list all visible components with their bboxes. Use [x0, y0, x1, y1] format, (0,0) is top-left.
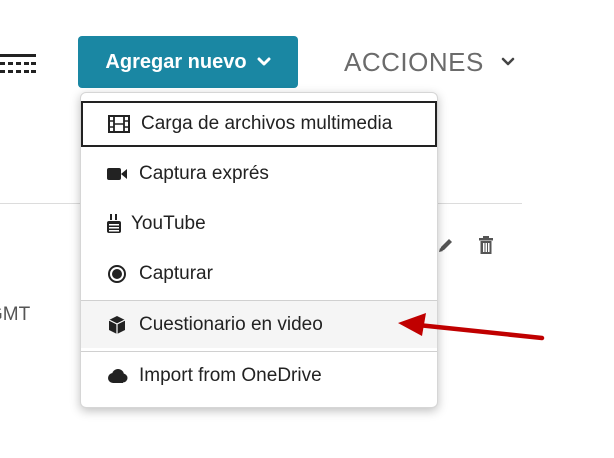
cloud-icon: [105, 366, 129, 386]
chevron-down-icon: [501, 57, 515, 66]
film-icon: [107, 114, 131, 134]
add-new-dropdown: Carga de archivos multimedia Captura exp…: [80, 92, 438, 408]
menu-item-onedrive[interactable]: Import from OneDrive: [81, 352, 437, 399]
menu-item-label: Cuestionario en video: [139, 313, 323, 335]
cube-icon: [105, 315, 129, 335]
list-view-icon[interactable]: [0, 52, 36, 76]
menu-item-media-upload[interactable]: Carga de archivos multimedia: [81, 101, 437, 147]
timezone-text: GMT: [0, 304, 40, 326]
timezone-fragment: GMT: [0, 304, 31, 325]
menu-item-capture[interactable]: Capturar: [81, 250, 437, 297]
youtube-icon: [105, 213, 123, 234]
page: Agregar nuevo ACCIONES GMT: [0, 0, 614, 458]
menu-item-youtube[interactable]: YouTube: [81, 200, 437, 247]
add-new-button[interactable]: Agregar nuevo: [78, 36, 298, 88]
actions-label: ACCIONES: [344, 46, 484, 77]
video-camera-icon: [105, 164, 129, 184]
menu-item-video-quiz[interactable]: Cuestionario en video: [81, 301, 437, 348]
menu-item-label: Carga de archivos multimedia: [141, 113, 393, 134]
record-icon: [105, 264, 129, 284]
annotation-arrow-icon: [398, 313, 545, 341]
menu-item-label: Import from OneDrive: [139, 364, 322, 386]
actions-menu[interactable]: ACCIONES: [344, 44, 516, 80]
chevron-down-icon: [257, 57, 271, 66]
edit-pencil-icon[interactable]: [437, 236, 455, 254]
menu-item-label: Capturar: [139, 262, 213, 284]
trash-icon[interactable]: [477, 235, 495, 255]
menu-item-label: Captura exprés: [139, 162, 269, 184]
menu-item-express-capture[interactable]: Captura exprés: [81, 150, 437, 197]
menu-item-label: YouTube: [131, 212, 206, 234]
add-new-label: Agregar nuevo: [105, 50, 247, 73]
